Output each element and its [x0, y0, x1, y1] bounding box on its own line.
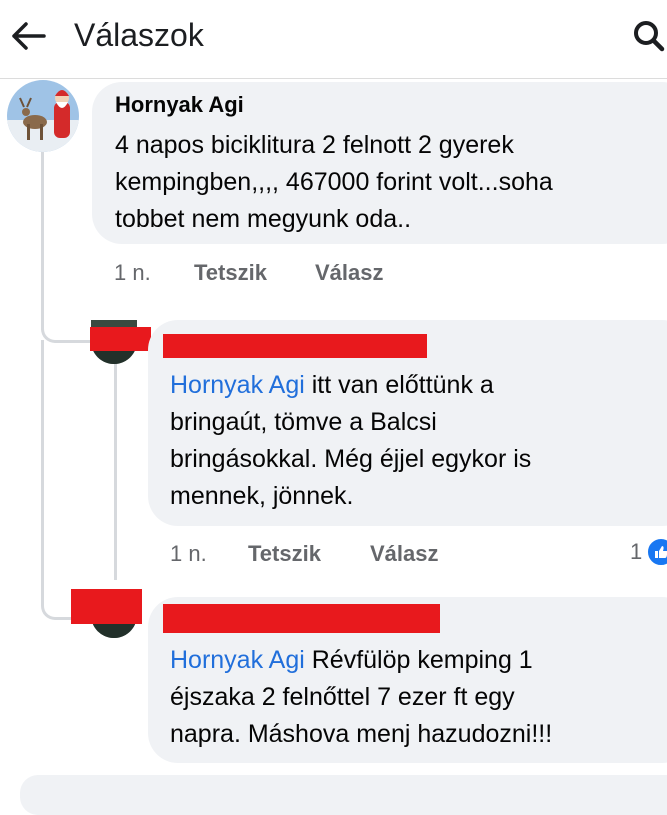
reply-button[interactable]: Válasz [370, 539, 439, 569]
reaction-summary[interactable]: 1 [630, 537, 667, 567]
like-button[interactable]: Tetszik [248, 539, 321, 569]
thread-line [114, 360, 117, 580]
back-arrow-icon [12, 22, 46, 50]
app-header: Válaszok [0, 0, 667, 79]
comment-text-line: bringaút, tömve a Balcsi [170, 408, 437, 436]
like-button[interactable]: Tetszik [194, 258, 267, 288]
comment-author[interactable]: Hornyak Agi [115, 91, 244, 119]
back-button[interactable] [6, 14, 50, 58]
avatar-photo-icon [7, 80, 79, 152]
comment-text: itt van előttünk a [304, 371, 494, 399]
reply-button[interactable]: Válasz [315, 258, 384, 288]
thread-line [41, 340, 44, 585]
redacted-author-name [163, 604, 440, 633]
next-comment-bubble [20, 775, 667, 815]
like-reaction-icon [646, 537, 667, 567]
mention-link[interactable]: Hornyak Agi [170, 371, 305, 399]
comment-text-line: tobbet nem megyunk oda.. [115, 205, 412, 233]
mention-link[interactable]: Hornyak Agi [170, 646, 305, 674]
redacted-avatar-top [71, 589, 142, 624]
comment-text-line: kempingben,,,, 467000 forint volt...soha [115, 168, 553, 196]
search-button[interactable] [628, 14, 667, 58]
comment-timestamp: 1 n. [114, 260, 151, 285]
comment-text: Révfülöp kemping 1 [304, 646, 533, 674]
page-title: Válaszok [74, 17, 204, 53]
search-icon [634, 21, 665, 52]
avatar[interactable] [7, 80, 79, 152]
reaction-count: 1 [630, 539, 643, 564]
comment-text-line: napra. Máshova menj hazudozni!!! [170, 720, 553, 748]
redacted-avatar-top [90, 327, 151, 351]
redacted-author-name [163, 334, 427, 358]
comment-text-line: 4 napos biciklitura 2 felnott 2 gyerek [115, 131, 514, 159]
comment-text-line: Hornyak Agi Révfülöp kemping 1 [170, 642, 533, 679]
comment-text-line: éjszaka 2 felnőttel 7 ezer ft egy [170, 683, 515, 711]
comment-text-line: bringásokkal. Még éjjel egykor is [170, 445, 532, 473]
comment-text-line: mennek, jönnek. [170, 482, 354, 510]
comment-text-line: Hornyak Agi itt van előttünk a [170, 367, 494, 404]
thread-connector [41, 300, 94, 343]
comment-timestamp: 1 n. [170, 541, 207, 566]
